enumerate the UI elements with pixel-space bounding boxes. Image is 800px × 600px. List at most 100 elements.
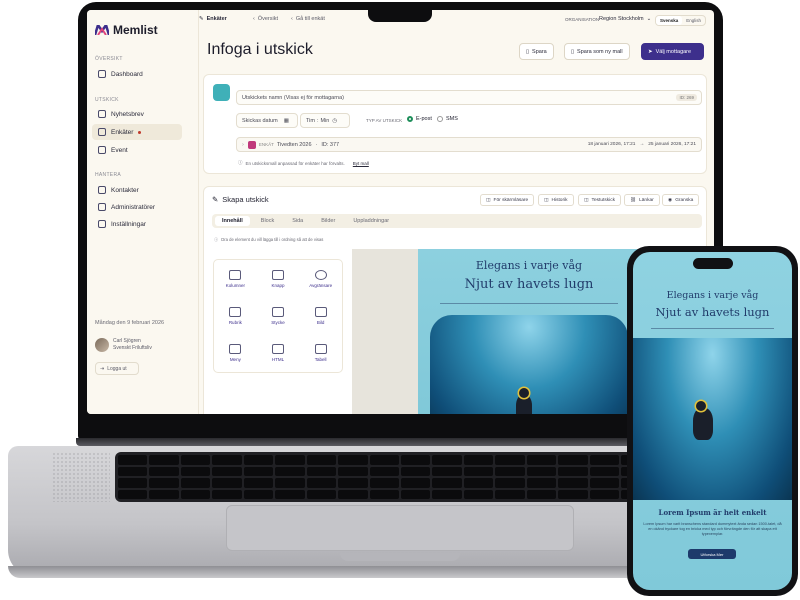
lang-swedish[interactable]: Svenska — [655, 16, 683, 25]
organisation-label: ORGANISATION — [565, 17, 600, 22]
keyboard-key — [243, 466, 274, 476]
phone-hero-image — [633, 338, 792, 500]
survey-icon: ✎ — [199, 16, 204, 22]
keyboard-key — [243, 478, 274, 488]
sidebar-item-label: Enkäter — [111, 128, 134, 136]
send-type-email-radio[interactable]: E-post — [407, 116, 432, 122]
editor-title: ✎ Skapa utskick — [212, 195, 269, 204]
logout-button[interactable]: ⇥ Logga ut — [95, 362, 139, 375]
tool-label: Granska — [675, 197, 694, 203]
tool-label: Länkar — [639, 197, 654, 203]
table-icon — [314, 344, 327, 355]
phone-body-text: Lorem Ipsum har varit branschens standar… — [643, 522, 782, 536]
keyboard-key — [401, 478, 431, 488]
back-link-label: Översikt — [257, 16, 279, 22]
keyboard-key — [212, 478, 242, 488]
clock-icon: ◷ — [332, 117, 338, 124]
sidebar-item-surveys[interactable]: Enkäter — [92, 124, 182, 140]
send-name-input[interactable]: Utskickets namn (Visas ej för mottagarna… — [236, 90, 702, 105]
columns-icon — [229, 269, 242, 280]
block-label: Avgränsare — [309, 282, 333, 288]
paragraph-icon — [271, 306, 284, 317]
editor-hint: ⓘ Dra de element du vill lägga till i or… — [214, 237, 323, 243]
block-table[interactable]: Tabell — [299, 335, 342, 372]
chevron-right-icon: › — [242, 141, 244, 148]
tab-images[interactable]: Bilder — [314, 216, 342, 226]
survey-icon — [98, 128, 106, 136]
send-date-field[interactable]: Skickas datum ▦ — [236, 113, 298, 128]
breadcrumb-section-label: Enkäter — [206, 16, 227, 22]
sidebar-item-event[interactable]: Event — [92, 142, 182, 158]
tab-content[interactable]: Innehåll — [215, 216, 250, 226]
keyboard-key — [306, 466, 337, 476]
editor-tabs: Innehåll Block Sida Bilder Uppladdningar — [212, 214, 702, 228]
send-time-field[interactable]: Tim : Min ◷ — [300, 113, 350, 128]
template-info: ⓘ En utskicksmall anpassad för enkäter h… — [238, 160, 369, 166]
keyboard-key — [149, 466, 179, 476]
sidebar-item-settings[interactable]: Inställningar — [92, 216, 182, 232]
sidebar-section-outreach: UTSKICK — [95, 97, 119, 103]
info-icon: ⓘ — [238, 160, 243, 165]
goto-survey-link[interactable]: ‹ Gå till enkät — [291, 16, 325, 22]
tool-review[interactable]: ◉ Granska — [662, 194, 700, 206]
tool-label: Testutskick — [591, 197, 616, 203]
tab-blocks[interactable]: Block — [254, 216, 281, 226]
keyboard-key — [180, 466, 211, 476]
divider-icon — [314, 269, 327, 280]
keyboard-key — [495, 478, 525, 488]
sidebar-item-newsletter[interactable]: Nyhetsbrev — [92, 106, 182, 122]
survey-tag: ENKÄT — [258, 142, 274, 147]
tool-history[interactable]: ◫ Historik — [538, 194, 574, 206]
tool-label: För skärmläsare — [493, 197, 529, 203]
keyboard-key — [243, 455, 274, 465]
diver-figure — [693, 401, 713, 440]
email-preview: Elegans i varje våg Njut av havets lugn — [418, 249, 640, 414]
block-menu[interactable]: Meny — [214, 335, 257, 372]
send-type-sms-radio[interactable]: SMS — [437, 116, 458, 122]
tab-page[interactable]: Sida — [285, 216, 310, 226]
save-button[interactable]: ▯ Spara — [519, 43, 554, 60]
keyboard-key — [306, 478, 337, 488]
choose-recipients-button[interactable]: ➤ Välj mottagare — [641, 43, 704, 60]
send-type-icon — [213, 84, 230, 101]
keyboard-key — [118, 478, 148, 488]
keyboard-key — [118, 466, 148, 476]
logout-label: Logga ut — [107, 365, 127, 372]
tool-test-send[interactable]: ◫ Testutskick — [578, 194, 622, 206]
app-logo[interactable]: Memlist — [95, 23, 158, 37]
tool-screen-reader[interactable]: ◫ För skärmläsare — [480, 194, 535, 206]
organisation-select[interactable]: Region Stockholm ⌄ — [599, 16, 651, 22]
change-template-link[interactable]: Byt mall — [353, 161, 369, 166]
block-html[interactable]: HTML — [257, 335, 300, 372]
app-logo-text: Memlist — [113, 23, 158, 37]
phone-cta-button[interactable]: Utforska Mer — [688, 549, 736, 559]
chevron-left-icon: ‹ — [291, 16, 293, 22]
user-org: Svenskt Friluftsliv — [113, 345, 152, 351]
email-hero-image — [430, 315, 628, 414]
sidebar-item-contacts[interactable]: Kontakter — [92, 182, 182, 198]
lang-english[interactable]: English — [682, 16, 705, 25]
tab-uploads[interactable]: Uppladdningar — [346, 216, 396, 226]
block-image[interactable]: Bild — [299, 297, 342, 334]
back-link[interactable]: ‹ Översikt — [253, 16, 278, 22]
sidebar-item-admins[interactable]: Administratörer — [92, 199, 182, 215]
block-divider[interactable]: Avgränsare — [299, 260, 342, 297]
block-heading[interactable]: Rubrik — [214, 297, 257, 334]
contacts-icon — [98, 186, 106, 194]
survey-link-row[interactable]: › ENKÄT Tivedten 2026 · ID: 377 18 janua… — [236, 137, 702, 152]
save-as-new-button[interactable]: ▯ Spara som ny mall — [564, 43, 630, 60]
keyboard-key — [118, 489, 148, 499]
block-button[interactable]: Knapp — [257, 260, 300, 297]
block-paragraph[interactable]: Stycke — [257, 297, 300, 334]
user-profile[interactable]: Carl Sjögren Svenskt Friluftsliv — [95, 338, 152, 352]
page-title: Infoga i utskick — [207, 41, 313, 58]
send-name-placeholder: Utskickets namn (Visas ej för mottagarna… — [242, 94, 344, 101]
sidebar-item-dashboard[interactable]: Dashboard — [92, 66, 182, 82]
current-date: Måndag den 9 februari 2026 — [95, 320, 165, 326]
send-details-card: Utskickets namn (Visas ej för mottagarna… — [203, 74, 707, 174]
chevron-down-icon: ⌄ — [646, 16, 652, 22]
keyboard-key — [149, 455, 179, 465]
block-columns[interactable]: Kolumner — [214, 260, 257, 297]
sidebar-item-label: Inställningar — [111, 220, 147, 228]
tool-links[interactable]: ⛓ Länkar — [624, 194, 660, 206]
